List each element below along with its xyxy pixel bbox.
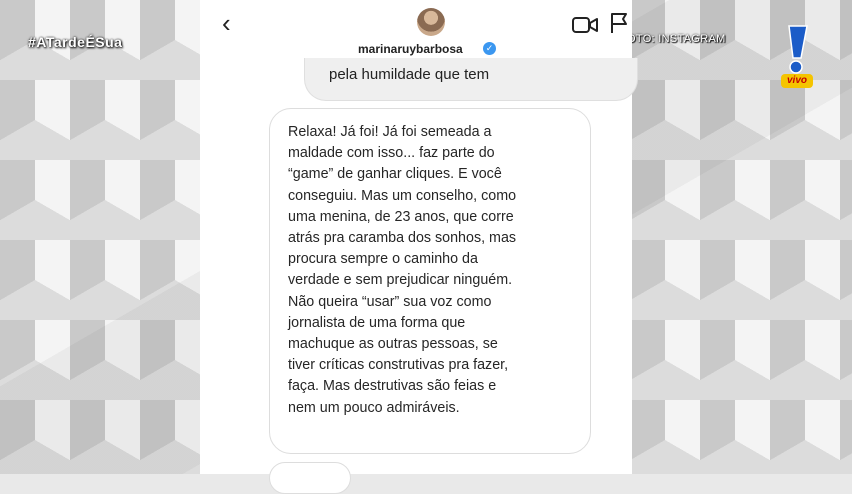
message-text: Relaxa! Já foi! Já foi semeada a maldade… [288,124,517,416]
message-bubble: Relaxa! Já foi! Já foi semeada a maldade… [269,108,591,454]
conversation-username[interactable]: marinaruybarbosa [358,42,463,56]
program-hashtag: #ATardeÉSua [28,34,123,50]
instagram-dm-screen: ‹ marinaruybarbosa ✓ pela humildade que … [200,0,638,494]
message-text: pela humildade que tem [329,66,490,83]
photo-credit: FOTO: INSTAGRAM [620,33,726,45]
profile-avatar[interactable] [417,8,445,36]
video-call-icon[interactable] [572,15,598,35]
live-badge: vivo [781,74,813,88]
channel-logo-mark-icon [788,25,808,74]
message-bubble-previous: pela humildade que tem [304,58,638,101]
verified-badge-icon: ✓ [483,42,496,55]
flag-icon[interactable] [610,12,628,34]
channel-logo: vivo [779,24,815,90]
message-bubble-next [269,462,351,494]
chevron-left-icon[interactable]: ‹ [222,10,231,36]
